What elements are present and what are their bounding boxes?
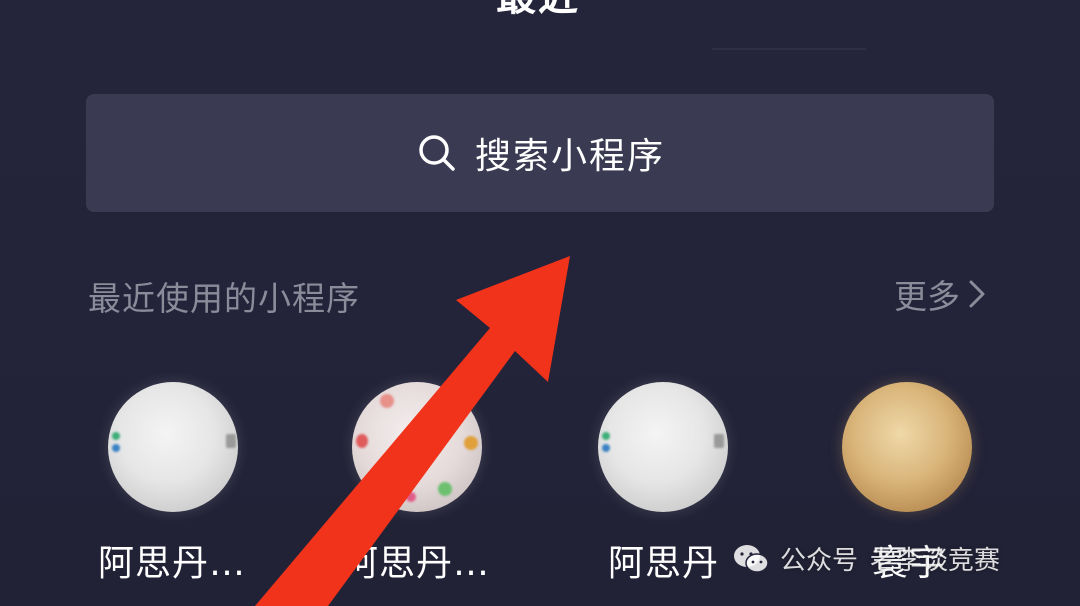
app-avatar-gold xyxy=(842,382,972,512)
tab-underline xyxy=(712,48,866,50)
page-title: 最近 xyxy=(496,0,580,22)
mini-program-item[interactable]: 阿思丹… xyxy=(332,382,512,606)
mini-program-item[interactable]: 阿思丹… xyxy=(88,382,268,606)
section-title: 最近使用的小程序 xyxy=(88,279,360,318)
watermark-prefix: 公众号 xyxy=(780,546,859,576)
mini-program-item[interactable]: 阿思丹 xyxy=(578,382,758,606)
mini-program-label: 阿思丹… xyxy=(98,543,247,584)
search-icon xyxy=(419,135,455,171)
more-link[interactable]: 更多 xyxy=(894,270,988,318)
app-avatar-colorful xyxy=(352,382,482,512)
watermark: 公众号 老李谈竞赛 xyxy=(732,540,1000,577)
more-label: 更多 xyxy=(894,277,960,316)
wechat-icon xyxy=(734,544,769,573)
watermark-author: 老李谈竞赛 xyxy=(870,546,1001,576)
mini-program-label: 阿思丹… xyxy=(342,543,491,584)
search-placeholder: 搜索小程序 xyxy=(474,136,665,177)
app-avatar-silver xyxy=(108,382,238,512)
chevron-right-icon xyxy=(969,280,985,308)
search-input[interactable]: 搜索小程序 xyxy=(86,94,994,212)
app-avatar-silver xyxy=(598,382,728,512)
